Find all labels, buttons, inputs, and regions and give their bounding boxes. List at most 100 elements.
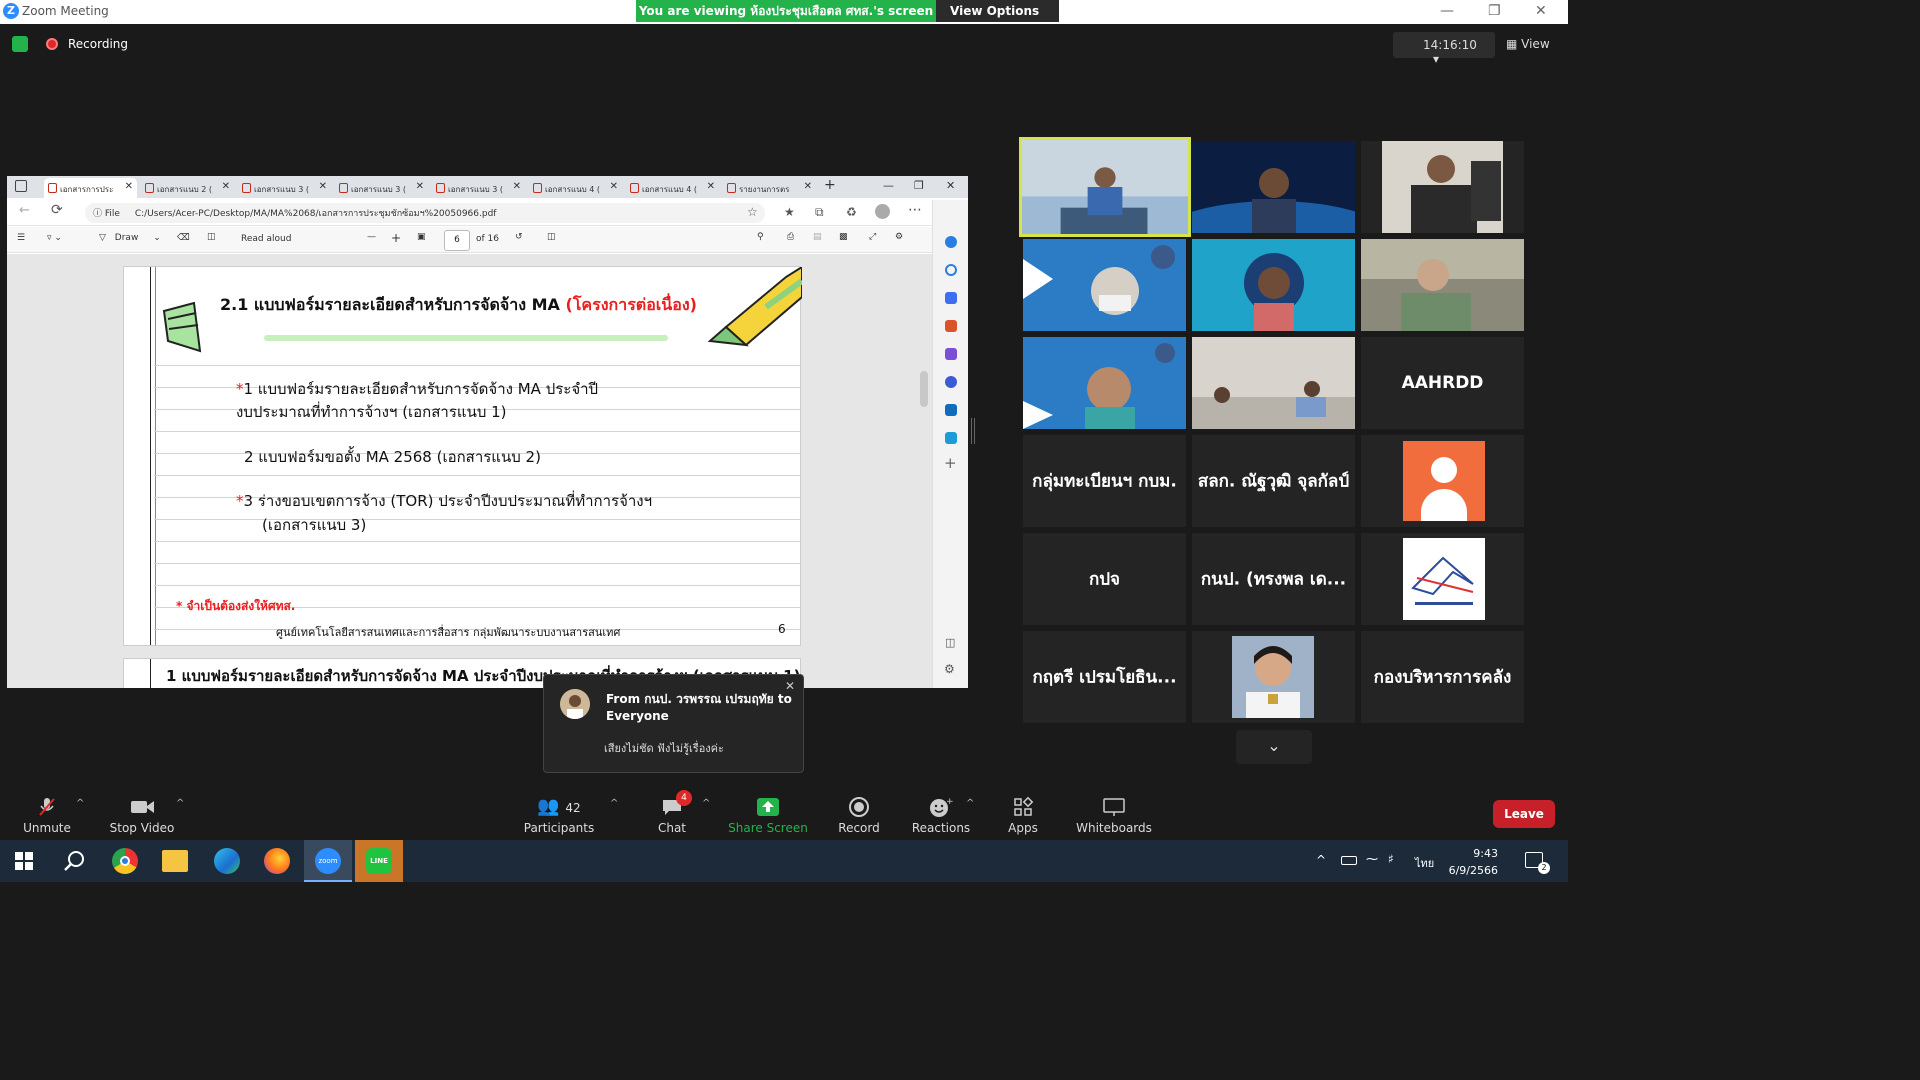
browser-tab[interactable]: เอกสารแนบ 3 (✕: [432, 178, 525, 198]
video-tile[interactable]: [1192, 631, 1355, 723]
rotate-icon[interactable]: ↺: [515, 232, 523, 242]
new-tab-icon[interactable]: +: [824, 177, 836, 193]
browser-tab[interactable]: เอกสารแนบ 4 (✕: [529, 178, 622, 198]
outlook-icon[interactable]: [945, 404, 957, 416]
input-language[interactable]: ไทย: [1415, 854, 1434, 872]
share-screen-button[interactable]: Share Screen: [723, 796, 813, 835]
tab-actions-icon[interactable]: [15, 180, 27, 192]
leave-button[interactable]: Leave: [1493, 800, 1555, 828]
close-icon[interactable]: ✕: [319, 181, 327, 192]
collections-icon[interactable]: ⧉: [815, 205, 824, 220]
video-tile[interactable]: [1192, 141, 1355, 233]
minimize-icon[interactable]: —: [883, 179, 894, 192]
apps-button[interactable]: Apps: [978, 796, 1068, 835]
video-tile[interactable]: [1361, 435, 1524, 527]
minimize-icon[interactable]: —: [1440, 3, 1454, 19]
audio-options-icon[interactable]: ^: [76, 798, 84, 809]
chevron-up-icon[interactable]: ^: [1316, 853, 1326, 867]
video-tile[interactable]: กปจ: [1023, 533, 1186, 625]
whiteboards-button[interactable]: Whiteboards: [1069, 796, 1159, 835]
participants-options-icon[interactable]: ^: [610, 798, 618, 809]
meeting-timer[interactable]: 14:16:10 ▾: [1393, 32, 1495, 66]
windows-start-icon[interactable]: [14, 851, 34, 875]
favorite-icon[interactable]: ☆: [747, 205, 758, 219]
volume-icon[interactable]: ♯: [1388, 852, 1394, 866]
pdf-scrollbar[interactable]: [920, 371, 928, 407]
taskbar-line-active[interactable]: LINE: [355, 840, 403, 882]
chat-options-icon[interactable]: ^: [702, 798, 710, 809]
battery-icon[interactable]: [1341, 856, 1357, 865]
refresh-icon[interactable]: ⟳: [51, 202, 63, 218]
favorites-icon[interactable]: ★: [784, 205, 795, 219]
close-icon[interactable]: ✕: [707, 181, 715, 192]
browser-tab[interactable]: เอกสารการประ ✕: [44, 178, 137, 198]
shared-screen[interactable]: เอกสารการประ ✕ เอกสารแนบ 2 (✕ เอกสารแนบ 3…: [7, 176, 968, 688]
page-view-icon[interactable]: ◫: [547, 232, 556, 242]
video-tile[interactable]: [1361, 533, 1524, 625]
back-icon[interactable]: ←: [19, 203, 30, 218]
wifi-icon[interactable]: ⁓: [1366, 852, 1378, 866]
restore-icon[interactable]: ❐: [914, 179, 924, 192]
video-tile[interactable]: [1361, 141, 1524, 233]
video-tile[interactable]: [1023, 337, 1186, 429]
profile-avatar[interactable]: [875, 204, 890, 219]
search-icon[interactable]: ⚲: [757, 232, 764, 242]
settings-icon[interactable]: ⚙: [895, 232, 903, 242]
browser-tab[interactable]: เอกสารแนบ 2 (✕: [141, 178, 234, 198]
gallery-next-page-button[interactable]: ⌄: [1236, 730, 1312, 764]
video-tile[interactable]: [1023, 239, 1186, 331]
shopping-icon[interactable]: [945, 292, 957, 304]
view-options-button[interactable]: View Options ⌄: [936, 0, 1059, 40]
print-icon[interactable]: ⎙: [787, 232, 794, 242]
add-icon[interactable]: +: [944, 454, 957, 472]
video-tile[interactable]: [1192, 337, 1355, 429]
extensions-icon[interactable]: ♻: [846, 205, 857, 219]
restore-icon[interactable]: ❐: [1488, 3, 1501, 19]
shield-icon[interactable]: [12, 36, 28, 52]
close-icon[interactable]: ✕: [785, 679, 795, 693]
browser-tab[interactable]: รายงานการตร ✕: [723, 178, 816, 198]
browser-tab[interactable]: เอกสารแนบ 3 (✕: [238, 178, 331, 198]
video-options-icon[interactable]: ^: [176, 798, 184, 809]
close-icon[interactable]: ✕: [513, 181, 521, 192]
info-icon[interactable]: ⓘ: [93, 209, 102, 219]
contents-icon[interactable]: ☰: [17, 233, 25, 243]
chrome-icon[interactable]: [112, 848, 138, 874]
send-icon[interactable]: [945, 432, 957, 444]
close-icon[interactable]: ✕: [125, 181, 133, 192]
video-tile[interactable]: กลุ่มทะเบียนฯ กบม.: [1023, 435, 1186, 527]
video-tile[interactable]: สลก. ณัฐวุฒิ จุลกัลป์: [1192, 435, 1355, 527]
splitter-handle[interactable]: [971, 418, 975, 444]
close-icon[interactable]: ✕: [946, 179, 955, 192]
chat-notification[interactable]: From กนป. วรพรรณ เปรมฤทัย to Everyone เส…: [543, 674, 804, 773]
browser-tab[interactable]: เอกสารแนบ 4 (✕: [626, 178, 719, 198]
page-number-input[interactable]: 6: [444, 230, 470, 251]
save-icon[interactable]: ▤: [813, 232, 822, 242]
video-tile[interactable]: [1192, 239, 1355, 331]
close-icon[interactable]: ✕: [222, 181, 230, 192]
browser-tab[interactable]: เอกสารแนบ 3 (✕: [335, 178, 428, 198]
view-button[interactable]: ▦ View: [1506, 32, 1558, 58]
settings-icon[interactable]: ⚙: [944, 662, 955, 676]
draw-button[interactable]: ▽ Draw ⌄: [99, 233, 161, 243]
fullscreen-icon[interactable]: ⤢: [869, 232, 876, 242]
close-icon[interactable]: ✕: [610, 181, 618, 192]
games-icon[interactable]: [945, 348, 957, 360]
file-explorer-icon[interactable]: [162, 850, 188, 872]
tools-icon[interactable]: [945, 320, 957, 332]
stop-video-button[interactable]: Stop Video: [97, 796, 187, 835]
bell-icon[interactable]: [945, 236, 957, 248]
search-icon[interactable]: [62, 849, 86, 877]
edge-icon[interactable]: [214, 848, 240, 874]
video-tile[interactable]: กองบริหารการคลัง: [1361, 631, 1524, 723]
fit-page-icon[interactable]: ▣: [417, 232, 426, 242]
record-button[interactable]: Record: [814, 796, 904, 835]
url-field[interactable]: ⓘ File C:/Users/Acer-PC/Desktop/MA/MA%20…: [85, 203, 765, 223]
office-icon[interactable]: [945, 376, 957, 388]
sidebar-layout-icon[interactable]: ◫: [945, 636, 955, 649]
reactions-options-icon[interactable]: ^: [966, 798, 974, 809]
close-icon[interactable]: ✕: [1535, 3, 1547, 19]
firefox-icon[interactable]: [264, 848, 290, 874]
pdf-viewport[interactable]: 2.1 แบบฟอร์มรายละเอียดสำหรับการจัดจ้าง M…: [7, 254, 932, 688]
video-tile[interactable]: กฤตรี เปรมโยธิน...: [1023, 631, 1186, 723]
